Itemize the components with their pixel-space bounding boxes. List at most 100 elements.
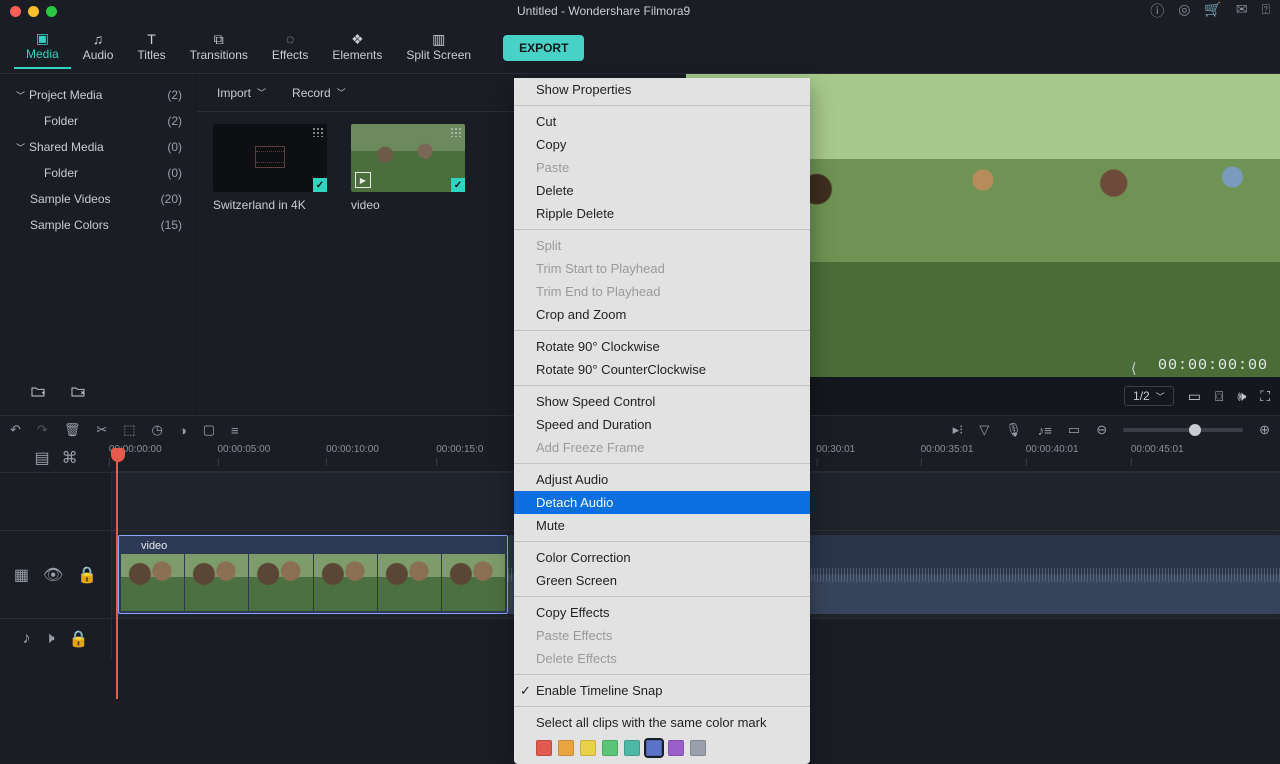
info-icon[interactable]: ⓘ (1150, 1, 1164, 21)
music-note-icon[interactable]: ♪ (22, 630, 30, 648)
tab-audio[interactable]: ♫Audio (71, 28, 126, 68)
zoom-in-icon[interactable]: ⊕ (1259, 422, 1270, 438)
ctx-speed-duration[interactable]: Speed and Duration (514, 413, 810, 436)
undo-icon[interactable]: ↶ (10, 422, 21, 438)
notification-icon[interactable]: ⍰ (1262, 1, 1270, 21)
volume-icon[interactable]: 🕪 (1237, 388, 1246, 405)
record-voiceover-icon[interactable]: 🎙 (1005, 422, 1022, 438)
close-window-icon[interactable] (10, 6, 21, 17)
tab-media[interactable]: ▣Media (14, 27, 71, 69)
lock-icon[interactable]: 🔒 (69, 629, 89, 649)
link-icon[interactable]: ⌘ (62, 448, 78, 468)
ctx-copy[interactable]: Copy (514, 133, 810, 156)
sidebar-item-project-folder[interactable]: Folder (2) (0, 108, 196, 134)
text-icon: T (147, 32, 156, 46)
manage-tracks-icon[interactable]: ▤ (34, 448, 49, 468)
grip-icon (450, 127, 462, 137)
adjust-icon[interactable]: ≡ (231, 423, 239, 438)
tab-split-screen[interactable]: ▥Split Screen (394, 28, 483, 68)
ctx-adjust-audio[interactable]: Adjust Audio (514, 468, 810, 491)
ctx-crop-zoom[interactable]: Crop and Zoom (514, 303, 810, 326)
media-thumb-switzerland[interactable]: ✓ Switzerland in 4K (213, 124, 327, 212)
speed-icon[interactable]: ◷ (152, 422, 163, 438)
ctx-delete[interactable]: Delete (514, 179, 810, 202)
message-icon[interactable]: ✉ (1236, 1, 1248, 21)
media-thumb-video[interactable]: ▶ ✓ video (351, 124, 465, 212)
titlebar-action-icons: ⓘ ◎ 🛒 ✉ ⍰ (1150, 1, 1270, 21)
ctx-mute[interactable]: Mute (514, 514, 810, 537)
crop-icon[interactable]: ⬚ (123, 422, 135, 438)
delete-icon[interactable]: 🗑 (64, 422, 81, 438)
color-swatch[interactable] (536, 740, 552, 756)
color-icon[interactable]: ◑ (179, 423, 187, 438)
tab-effects[interactable]: ◌Effects (260, 28, 320, 68)
track-gutter: ▦ 👁 🔒 (0, 531, 112, 618)
film-icon (255, 146, 285, 168)
slider-knob[interactable] (1189, 424, 1201, 436)
color-swatch[interactable] (624, 740, 640, 756)
ctx-show-properties[interactable]: Show Properties (514, 78, 810, 101)
lock-icon[interactable]: 🔒 (77, 565, 97, 585)
import-dropdown[interactable]: Import﹀ (209, 82, 274, 104)
sidebar-item-shared-media[interactable]: ﹀Shared Media (0) (0, 134, 196, 160)
color-swatch[interactable] (580, 740, 596, 756)
ruler-tick: 00:00:05:00 (217, 444, 270, 455)
color-swatch[interactable] (558, 740, 574, 756)
ctx-rotate-ccw[interactable]: Rotate 90° CounterClockwise (514, 358, 810, 381)
ctx-green-screen[interactable]: Green Screen (514, 569, 810, 592)
zoom-slider[interactable] (1123, 428, 1243, 432)
color-swatch[interactable] (602, 740, 618, 756)
sidebar-item-shared-folder[interactable]: Folder (0) (0, 160, 196, 186)
split-icon[interactable]: ✂ (96, 422, 107, 438)
zoom-out-icon[interactable]: ⊖ (1096, 422, 1107, 438)
ctx-rotate-cw[interactable]: Rotate 90° Clockwise (514, 335, 810, 358)
tab-elements[interactable]: ❖Elements (320, 28, 394, 68)
quality-icon[interactable]: ▭ (1188, 388, 1201, 405)
keyframe-icon[interactable]: ▭ (1068, 422, 1080, 438)
mixer-icon[interactable]: ♪≡ (1038, 423, 1052, 438)
color-swatch[interactable] (646, 740, 662, 756)
render-icon[interactable]: ▸⁝ (953, 422, 964, 438)
green-screen-icon[interactable]: ▢ (203, 422, 215, 438)
ctx-select-same-color[interactable]: Select all clips with the same color mar… (514, 711, 810, 734)
ctx-ripple-delete[interactable]: Ripple Delete (514, 202, 810, 225)
export-button[interactable]: EXPORT (503, 35, 584, 61)
mute-icon[interactable]: 🕨 (44, 630, 54, 648)
tab-titles[interactable]: TTitles (125, 28, 177, 68)
minimize-window-icon[interactable] (28, 6, 39, 17)
snapshot-icon[interactable]: ⌼ (1215, 388, 1223, 405)
ctx-detach-audio[interactable]: Detach Audio (514, 491, 810, 514)
color-swatch[interactable] (690, 740, 706, 756)
ruler-tick: 00:00:15:0 (436, 444, 483, 455)
filmstrip-icon[interactable]: ▦ (14, 565, 29, 585)
sidebar-item-sample-colors[interactable]: Sample Colors (15) (0, 212, 196, 238)
account-icon[interactable]: ◎ (1178, 1, 1190, 21)
ctx-cut[interactable]: Cut (514, 110, 810, 133)
delete-folder-icon[interactable] (70, 384, 86, 400)
video-clip[interactable]: video (118, 535, 508, 614)
redo-icon[interactable]: ↷ (37, 422, 48, 438)
playhead[interactable] (116, 456, 118, 699)
ctx-color-correction[interactable]: Color Correction (514, 546, 810, 569)
sidebar-label: Sample Videos (30, 192, 111, 206)
preview-scale-dropdown[interactable]: 1/2﹀ (1124, 386, 1174, 406)
ctx-speed-control[interactable]: Show Speed Control (514, 390, 810, 413)
module-tabs: ▣Media ♫Audio TTitles ⧉Transitions ◌Effe… (0, 22, 1280, 74)
marker-icon[interactable]: ▽ (979, 422, 989, 438)
tab-transitions[interactable]: ⧉Transitions (178, 28, 260, 68)
color-swatch[interactable] (668, 740, 684, 756)
fullscreen-icon[interactable]: ⛶ (1260, 388, 1270, 405)
sidebar-item-sample-videos[interactable]: Sample Videos (20) (0, 186, 196, 212)
new-folder-icon[interactable] (30, 384, 46, 400)
cart-icon[interactable]: 🛒 (1204, 1, 1221, 21)
record-dropdown[interactable]: Record﹀ (284, 82, 354, 104)
track-header-tools: ▤ ⌘ (0, 444, 112, 472)
preview-timecode: 00:00:00:00 (1158, 357, 1268, 374)
visibility-icon[interactable]: 👁 (43, 565, 63, 585)
separator (514, 330, 810, 331)
thumbnail-image: ▶ ✓ (351, 124, 465, 192)
zoom-window-icon[interactable] (46, 6, 57, 17)
ctx-copy-effects[interactable]: Copy Effects (514, 601, 810, 624)
grip-icon (312, 127, 324, 137)
sidebar-item-project-media[interactable]: ﹀Project Media (2) (0, 82, 196, 108)
